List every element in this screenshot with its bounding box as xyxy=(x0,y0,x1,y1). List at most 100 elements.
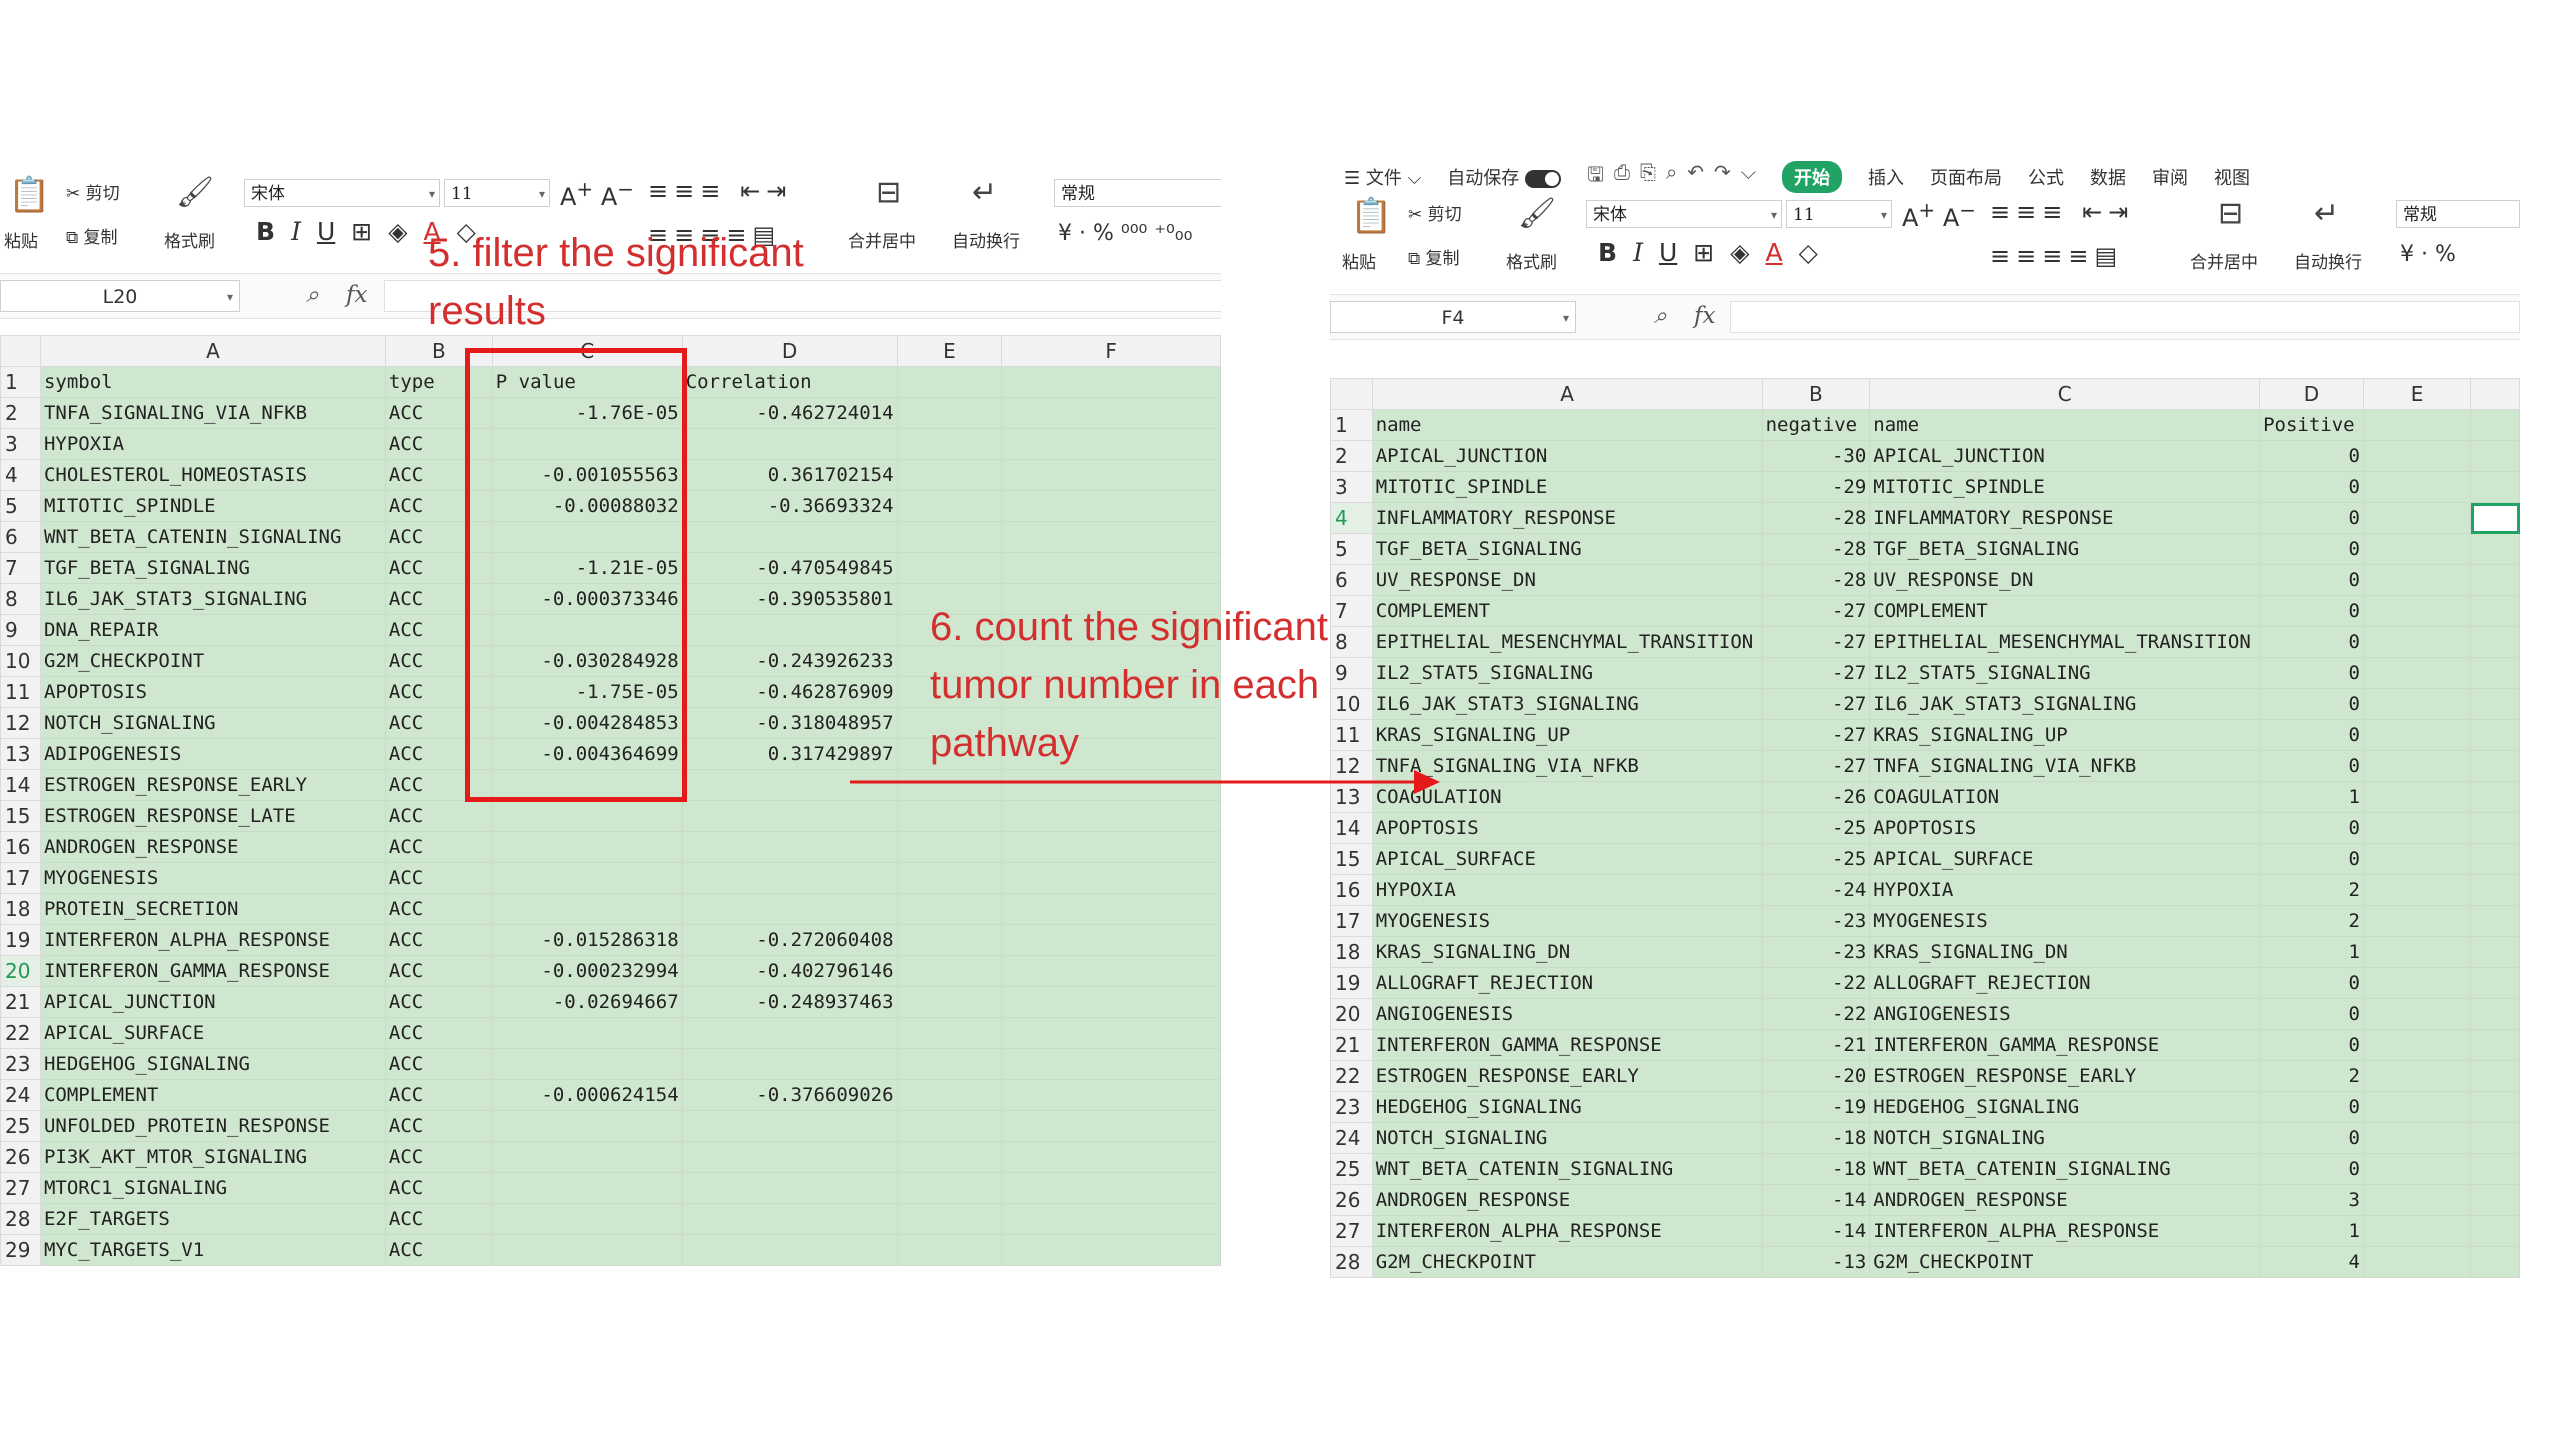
cell-d[interactable]: 2 xyxy=(2259,1060,2364,1092)
cell-b[interactable]: ACC xyxy=(384,955,493,987)
column-header-d[interactable]: D xyxy=(2259,378,2364,410)
cell-d[interactable]: -0.36693324 xyxy=(681,490,898,522)
cell-d[interactable]: -0.390535801 xyxy=(681,583,898,615)
row-header[interactable]: 28 xyxy=(0,1203,41,1235)
cell-d[interactable]: 0 xyxy=(2259,626,2364,658)
cell-d[interactable] xyxy=(681,428,898,460)
cell-c[interactable]: IL6_JAK_STAT3_SIGNALING xyxy=(1869,688,2261,720)
cell-d[interactable] xyxy=(681,1017,898,1049)
cell-c[interactable] xyxy=(491,1172,683,1204)
cell-c[interactable]: name xyxy=(1869,409,2261,441)
row-header[interactable]: 2 xyxy=(0,397,41,429)
row-header[interactable]: 18 xyxy=(1330,936,1373,968)
row-header[interactable]: 24 xyxy=(1330,1122,1373,1154)
row-header[interactable]: 19 xyxy=(0,924,41,956)
cell-blank[interactable] xyxy=(1001,1110,1221,1142)
cell-blank[interactable] xyxy=(2362,471,2472,503)
cell-blank[interactable] xyxy=(2470,502,2520,534)
cell-c[interactable] xyxy=(491,1048,683,1080)
cell-c[interactable] xyxy=(491,1110,683,1142)
cell-blank[interactable] xyxy=(2470,626,2520,658)
cell-b[interactable]: -19 xyxy=(1761,1091,1871,1123)
cell-d[interactable] xyxy=(681,521,898,553)
cell-c[interactable] xyxy=(491,831,683,863)
cell-a[interactable]: EPITHELIAL_MESENCHYMAL_TRANSITION xyxy=(1371,626,1763,658)
cell-a[interactable]: E2F_TARGETS xyxy=(39,1203,386,1235)
cell-blank[interactable] xyxy=(2470,1060,2520,1092)
cell-blank[interactable] xyxy=(2362,719,2472,751)
cell-blank[interactable] xyxy=(2362,657,2472,689)
cell-b[interactable]: ACC xyxy=(384,986,493,1018)
row-header[interactable]: 29 xyxy=(0,1234,41,1266)
row-header[interactable]: 8 xyxy=(1330,626,1373,658)
cell-a[interactable]: APICAL_JUNCTION xyxy=(39,986,386,1018)
cell-c[interactable]: IL2_STAT5_SIGNALING xyxy=(1869,657,2261,689)
cell-blank[interactable] xyxy=(2470,812,2520,844)
row-header[interactable]: 21 xyxy=(1330,1029,1373,1061)
cell-b[interactable]: ACC xyxy=(384,893,493,925)
cell-blank[interactable] xyxy=(2470,874,2520,906)
row-header[interactable]: 26 xyxy=(1330,1184,1373,1216)
row-header[interactable]: 10 xyxy=(1330,688,1373,720)
cell-d[interactable]: -0.243926233 xyxy=(681,645,898,677)
cell-a[interactable]: APICAL_SURFACE xyxy=(1371,843,1763,875)
cell-b[interactable]: ACC xyxy=(384,1141,493,1173)
cell-b[interactable]: -20 xyxy=(1761,1060,1871,1092)
cell-blank[interactable] xyxy=(2362,1246,2472,1278)
paste-label[interactable]: 粘贴 xyxy=(4,227,38,252)
row-header[interactable]: 3 xyxy=(0,428,41,460)
cell-b[interactable]: ACC xyxy=(384,800,493,832)
cell-d[interactable]: 2 xyxy=(2259,905,2364,937)
row-header[interactable]: 22 xyxy=(0,1017,41,1049)
row-header[interactable]: 14 xyxy=(0,769,41,801)
cell-blank[interactable] xyxy=(2470,905,2520,937)
cell-blank[interactable] xyxy=(2470,781,2520,813)
preview-icon[interactable]: ⌕ xyxy=(1666,160,1677,194)
cell-a[interactable]: IL2_STAT5_SIGNALING xyxy=(1371,657,1763,689)
cell-blank[interactable] xyxy=(2470,1184,2520,1216)
cell-blank[interactable] xyxy=(2362,1215,2472,1247)
cell-blank[interactable] xyxy=(896,1079,1003,1111)
cell-blank[interactable] xyxy=(2470,688,2520,720)
cell-blank[interactable] xyxy=(2470,1246,2520,1278)
cell-blank[interactable] xyxy=(2362,1153,2472,1185)
cell-b[interactable]: ACC xyxy=(384,1017,493,1049)
horizontal-align-icons[interactable]: ≡≡≡≡▤ xyxy=(1990,242,2123,270)
cell-blank[interactable] xyxy=(896,552,1003,584)
cell-blank[interactable] xyxy=(896,800,1003,832)
cell-a[interactable]: WNT_BETA_CATENIN_SIGNALING xyxy=(39,521,386,553)
cell-blank[interactable] xyxy=(2362,750,2472,782)
cell-a[interactable]: ESTROGEN_RESPONSE_LATE xyxy=(39,800,386,832)
merge-center-button[interactable]: 合并居中 xyxy=(2190,248,2258,273)
cell-a[interactable]: INTERFERON_ALPHA_RESPONSE xyxy=(1371,1215,1763,1247)
cell-a[interactable]: TNFA_SIGNALING_VIA_NFKB xyxy=(39,397,386,429)
cell-b[interactable]: -21 xyxy=(1761,1029,1871,1061)
cell-blank[interactable] xyxy=(896,366,1003,398)
cell-blank[interactable] xyxy=(2470,998,2520,1030)
formula-input[interactable] xyxy=(1730,301,2520,333)
cell-blank[interactable] xyxy=(2470,1029,2520,1061)
cell-b[interactable]: -23 xyxy=(1761,936,1871,968)
cell-d[interactable]: Positive xyxy=(2259,409,2364,441)
cell-d[interactable]: 0.361702154 xyxy=(681,459,898,491)
cell-d[interactable] xyxy=(681,1110,898,1142)
cut-button[interactable]: ✂ 剪切 xyxy=(66,179,120,204)
row-header[interactable]: 19 xyxy=(1330,967,1373,999)
row-header[interactable]: 11 xyxy=(0,676,41,708)
cell-d[interactable]: 0 xyxy=(2259,1029,2364,1061)
cell-blank[interactable] xyxy=(1001,490,1221,522)
row-header[interactable]: 24 xyxy=(0,1079,41,1111)
cell-blank[interactable] xyxy=(1001,1048,1221,1080)
cell-d[interactable]: 0 xyxy=(2259,1122,2364,1154)
italic-icon[interactable]: I xyxy=(1633,238,1643,267)
tab-formulas[interactable]: 公式 xyxy=(2028,164,2064,190)
cell-a[interactable]: symbol xyxy=(39,366,386,398)
cell-c[interactable]: -0.000624154 xyxy=(491,1079,683,1111)
font-size-select[interactable]: 11 ▾ xyxy=(444,179,550,207)
file-menu[interactable]: ☰ 文件 ⌵ xyxy=(1344,164,1421,190)
cell-d[interactable]: 0 xyxy=(2259,1153,2364,1185)
cell-d[interactable]: 1 xyxy=(2259,781,2364,813)
row-header[interactable]: 17 xyxy=(1330,905,1373,937)
cell-b[interactable]: ACC xyxy=(384,1048,493,1080)
row-header[interactable]: 25 xyxy=(1330,1153,1373,1185)
